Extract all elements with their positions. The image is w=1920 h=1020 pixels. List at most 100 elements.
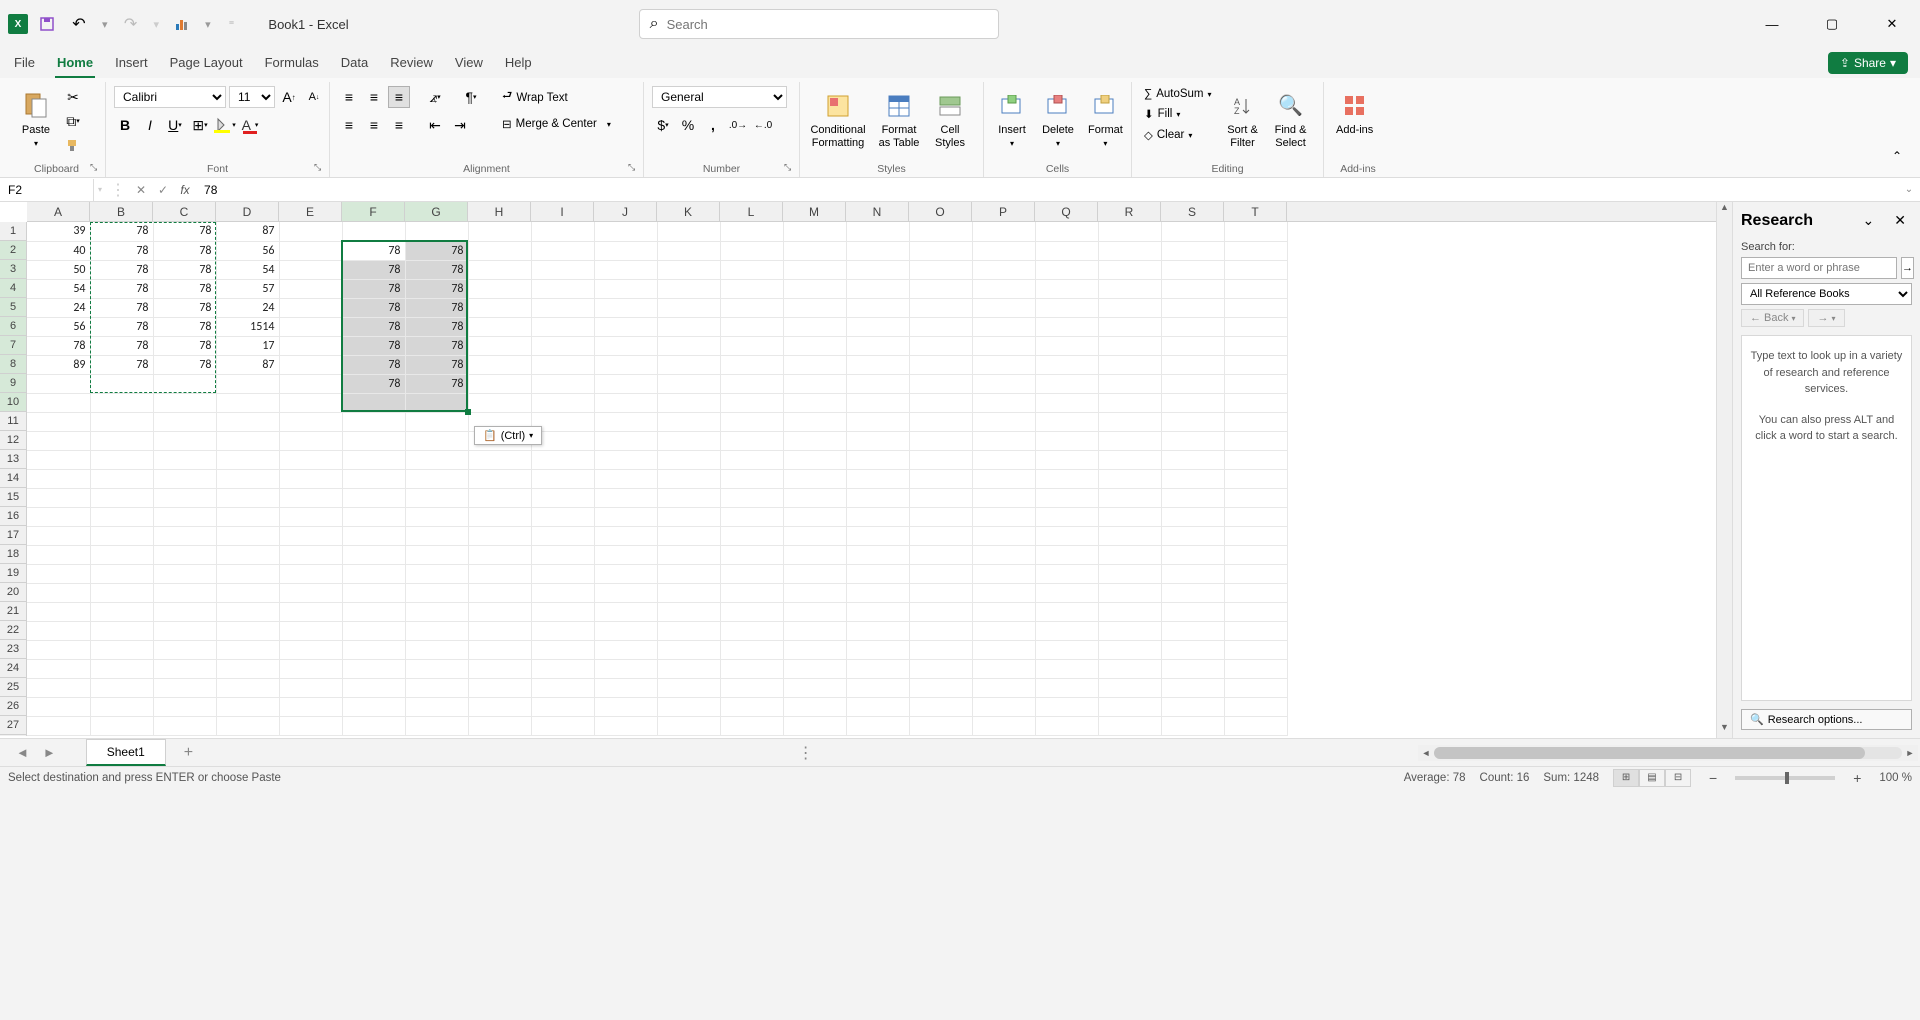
expand-formula-bar-button[interactable]: ⌄	[1898, 184, 1920, 195]
cell-D15[interactable]	[216, 488, 279, 507]
cell-S25[interactable]	[1161, 678, 1224, 697]
cell-O12[interactable]	[909, 431, 972, 450]
cell-N2[interactable]	[846, 241, 909, 260]
name-box[interactable]	[0, 179, 94, 201]
cell-R8[interactable]	[1098, 355, 1161, 374]
research-go-button[interactable]: →	[1901, 257, 1914, 279]
row-header-25[interactable]: 25	[0, 678, 26, 697]
cell-K12[interactable]	[657, 431, 720, 450]
cell-P9[interactable]	[972, 374, 1035, 393]
cell-E3[interactable]	[279, 260, 342, 279]
find-select-button[interactable]: 🔍Find & Select	[1270, 86, 1312, 154]
cell-P21[interactable]	[972, 602, 1035, 621]
cell-K25[interactable]	[657, 678, 720, 697]
cell-E16[interactable]	[279, 507, 342, 526]
cell-M15[interactable]	[783, 488, 846, 507]
cell-P4[interactable]	[972, 279, 1035, 298]
cell-D21[interactable]	[216, 602, 279, 621]
decrease-decimal-button[interactable]: ←.0	[752, 114, 774, 136]
cell-T13[interactable]	[1224, 450, 1287, 469]
cell-O26[interactable]	[909, 697, 972, 716]
cell-M20[interactable]	[783, 583, 846, 602]
cell-R5[interactable]	[1098, 298, 1161, 317]
cell-K23[interactable]	[657, 640, 720, 659]
row-header-17[interactable]: 17	[0, 526, 26, 545]
cell-A17[interactable]	[27, 526, 90, 545]
cell-E20[interactable]	[279, 583, 342, 602]
cell-H18[interactable]	[468, 545, 531, 564]
cell-G10[interactable]	[405, 393, 468, 412]
cell-I27[interactable]	[531, 716, 594, 735]
cell-Q4[interactable]	[1035, 279, 1098, 298]
cell-E18[interactable]	[279, 545, 342, 564]
cell-F1[interactable]	[342, 222, 405, 241]
cell-Q25[interactable]	[1035, 678, 1098, 697]
column-header-B[interactable]: B	[90, 202, 153, 221]
cell-J12[interactable]	[594, 431, 657, 450]
cell-D13[interactable]	[216, 450, 279, 469]
cell-L19[interactable]	[720, 564, 783, 583]
column-header-J[interactable]: J	[594, 202, 657, 221]
cell-G18[interactable]	[405, 545, 468, 564]
cell-G3[interactable]: 78	[405, 260, 468, 279]
cell-H5[interactable]	[468, 298, 531, 317]
cell-I1[interactable]	[531, 222, 594, 241]
cell-K5[interactable]	[657, 298, 720, 317]
cell-F6[interactable]: 78	[342, 317, 405, 336]
cell-Q22[interactable]	[1035, 621, 1098, 640]
cell-B19[interactable]	[90, 564, 153, 583]
cell-O25[interactable]	[909, 678, 972, 697]
cell-N20[interactable]	[846, 583, 909, 602]
font-family-select[interactable]: Calibri	[114, 86, 226, 108]
cell-T4[interactable]	[1224, 279, 1287, 298]
cell-M23[interactable]	[783, 640, 846, 659]
cell-A18[interactable]	[27, 545, 90, 564]
fill-handle[interactable]	[465, 409, 471, 415]
cell-S22[interactable]	[1161, 621, 1224, 640]
row-header-1[interactable]: 1	[0, 222, 26, 241]
cell-T7[interactable]	[1224, 336, 1287, 355]
cell-styles-button[interactable]: Cell Styles	[930, 86, 970, 154]
align-right-button[interactable]: ≡	[388, 114, 410, 136]
cancel-formula-button[interactable]: ✕	[130, 179, 152, 201]
cell-S7[interactable]	[1161, 336, 1224, 355]
cell-K10[interactable]	[657, 393, 720, 412]
cell-Q23[interactable]	[1035, 640, 1098, 659]
cell-T14[interactable]	[1224, 469, 1287, 488]
close-button[interactable]: ✕	[1872, 9, 1912, 39]
cell-N5[interactable]	[846, 298, 909, 317]
cell-D9[interactable]	[216, 374, 279, 393]
row-header-9[interactable]: 9	[0, 374, 26, 393]
cell-I14[interactable]	[531, 469, 594, 488]
cell-E10[interactable]	[279, 393, 342, 412]
tab-formulas[interactable]: Formulas	[263, 49, 321, 78]
cell-E13[interactable]	[279, 450, 342, 469]
cell-B16[interactable]	[90, 507, 153, 526]
cell-F8[interactable]: 78	[342, 355, 405, 374]
new-sheet-button[interactable]: +	[184, 744, 193, 762]
cell-I8[interactable]	[531, 355, 594, 374]
cell-H21[interactable]	[468, 602, 531, 621]
cell-I9[interactable]	[531, 374, 594, 393]
cell-M7[interactable]	[783, 336, 846, 355]
cell-P22[interactable]	[972, 621, 1035, 640]
format-as-table-button[interactable]: Format as Table	[874, 86, 924, 154]
cell-S16[interactable]	[1161, 507, 1224, 526]
column-header-G[interactable]: G	[405, 202, 468, 221]
sheet-next-button[interactable]: ►	[43, 745, 56, 760]
cell-D27[interactable]	[216, 716, 279, 735]
cell-B9[interactable]	[90, 374, 153, 393]
cell-T25[interactable]	[1224, 678, 1287, 697]
cell-T11[interactable]	[1224, 412, 1287, 431]
cell-K20[interactable]	[657, 583, 720, 602]
cell-O16[interactable]	[909, 507, 972, 526]
cell-C10[interactable]	[153, 393, 216, 412]
cell-J25[interactable]	[594, 678, 657, 697]
cell-H7[interactable]	[468, 336, 531, 355]
cell-M3[interactable]	[783, 260, 846, 279]
cell-N16[interactable]	[846, 507, 909, 526]
cell-I16[interactable]	[531, 507, 594, 526]
research-back-button[interactable]: ←Back▾	[1741, 309, 1804, 327]
cell-K27[interactable]	[657, 716, 720, 735]
tab-insert[interactable]: Insert	[113, 49, 150, 78]
